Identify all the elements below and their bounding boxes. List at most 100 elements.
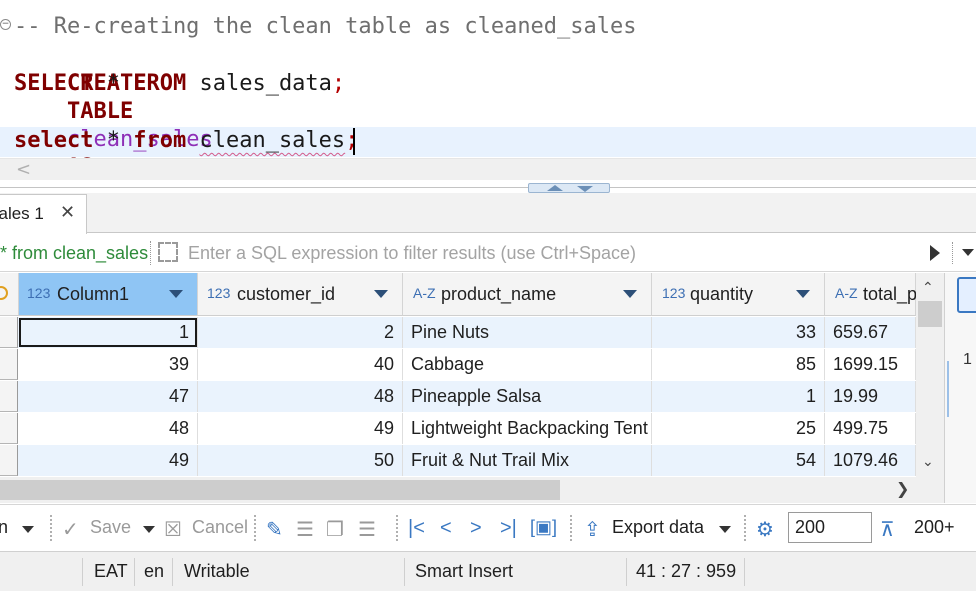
cell-total-price[interactable]: 499.75 bbox=[825, 413, 916, 444]
cell-customer-id[interactable]: 40 bbox=[198, 349, 403, 380]
row-header[interactable] bbox=[0, 445, 18, 476]
table-name: clean_sales bbox=[199, 128, 346, 153]
column-header-customer-id[interactable]: 123 customer_id bbox=[198, 273, 403, 316]
filter-input[interactable]: Enter a SQL expression to filter results… bbox=[188, 243, 636, 264]
last-page-icon[interactable]: >| bbox=[500, 517, 517, 540]
cell-quantity[interactable]: 54 bbox=[652, 445, 825, 476]
cell-column1[interactable]: 48 bbox=[19, 413, 198, 444]
chevron-down-icon[interactable] bbox=[719, 526, 731, 533]
sort-dropdown-icon[interactable] bbox=[796, 290, 810, 298]
column-header-column1[interactable]: 123 Column1 bbox=[19, 273, 198, 316]
cell-quantity[interactable]: 1 bbox=[652, 381, 825, 412]
filter-history-dropdown-icon[interactable] bbox=[962, 249, 974, 256]
cancel-button[interactable]: Cancel bbox=[192, 517, 248, 538]
table-row[interactable]: 47 48 Pineapple Salsa 1 19.99 bbox=[0, 381, 916, 412]
table-name: sales_data bbox=[199, 71, 332, 96]
corner-icon bbox=[0, 286, 8, 300]
column-header-product-name[interactable]: A-Z product_name bbox=[403, 273, 652, 316]
cell-total-price[interactable]: 19.99 bbox=[825, 381, 916, 412]
cell-quantity[interactable]: 33 bbox=[652, 317, 825, 348]
first-page-icon[interactable]: |< bbox=[408, 517, 425, 540]
results-grid[interactable]: 123 Column1 123 customer_id A-Z product_… bbox=[0, 273, 944, 477]
column-name: Column1 bbox=[57, 284, 130, 304]
cell-quantity[interactable]: 85 bbox=[652, 349, 825, 380]
save-icon[interactable]: ✓ bbox=[62, 517, 79, 542]
separator bbox=[744, 515, 746, 541]
cell-column1[interactable]: 1 bbox=[19, 317, 198, 348]
column-header-total-price[interactable]: A-Z total_p bbox=[825, 273, 917, 316]
cell-total-price[interactable]: 1079.46 bbox=[825, 445, 916, 476]
sort-dropdown-icon[interactable] bbox=[169, 290, 183, 298]
row-header[interactable] bbox=[0, 413, 18, 444]
cell-product-name[interactable]: Cabbage bbox=[403, 349, 652, 380]
next-page-icon[interactable]: > bbox=[470, 517, 482, 540]
mode-label[interactable]: n bbox=[0, 517, 8, 538]
cell-total-price[interactable]: 659.67 bbox=[825, 317, 916, 348]
column-header-quantity[interactable]: 123 quantity bbox=[652, 273, 825, 316]
expand-down-icon[interactable] bbox=[577, 186, 593, 192]
sort-dropdown-icon[interactable] bbox=[374, 290, 388, 298]
cancel-icon[interactable]: ☒ bbox=[164, 517, 182, 542]
panel-splitter[interactable] bbox=[0, 183, 976, 193]
cell-product-name[interactable]: Pineapple Salsa bbox=[403, 381, 652, 412]
scroll-up-icon[interactable]: ⌃ bbox=[922, 279, 934, 296]
previous-page-icon[interactable]: < bbox=[440, 517, 452, 540]
row-header-corner[interactable] bbox=[0, 273, 19, 316]
sql-editor[interactable]: − -- Re-creating the clean table as clea… bbox=[0, 0, 976, 183]
cell-product-name[interactable]: Fruit & Nut Trail Mix bbox=[403, 445, 652, 476]
chevron-down-icon[interactable] bbox=[143, 526, 155, 533]
cell-column1[interactable]: 47 bbox=[19, 381, 198, 412]
scroll-right-icon[interactable]: ❯ bbox=[896, 479, 909, 498]
scroll-left-icon[interactable]: < bbox=[16, 159, 31, 181]
editor-horizontal-scrollbar[interactable]: < bbox=[0, 158, 976, 180]
collapse-up-icon[interactable] bbox=[547, 185, 563, 191]
cell-customer-id[interactable]: 50 bbox=[198, 445, 403, 476]
grid-vertical-scrollbar[interactable]: ⌃ ⌄ bbox=[916, 273, 944, 477]
fold-toggle-icon[interactable]: − bbox=[0, 19, 11, 30]
cell-customer-id[interactable]: 48 bbox=[198, 381, 403, 412]
cell-customer-id[interactable]: 2 bbox=[198, 317, 403, 348]
fetch-count-icon[interactable]: ⊼ bbox=[880, 517, 895, 542]
cell-product-name[interactable]: Pine Nuts bbox=[403, 317, 652, 348]
fetch-count-label: 200+ bbox=[914, 517, 955, 537]
filter-expand-icon[interactable] bbox=[158, 242, 178, 262]
gear-icon[interactable]: ⚙ bbox=[756, 517, 774, 542]
filter-bar: * from clean_sales Enter a SQL expressio… bbox=[0, 234, 976, 272]
scroll-down-icon[interactable]: ⌄ bbox=[922, 453, 934, 470]
grid-horizontal-scrollbar[interactable]: ❯ bbox=[0, 477, 944, 503]
table-row[interactable]: 39 40 Cabbage 85 1699.15 bbox=[0, 349, 916, 380]
cell-column1[interactable]: 49 bbox=[19, 445, 198, 476]
cell-column1[interactable]: 39 bbox=[19, 349, 198, 380]
fetch-all-icon[interactable]: [▣] bbox=[530, 517, 557, 538]
chevron-down-icon[interactable] bbox=[22, 526, 34, 533]
table-row[interactable]: 49 50 Fruit & Nut Trail Mix 54 1079.46 bbox=[0, 445, 916, 476]
cell-quantity[interactable]: 25 bbox=[652, 413, 825, 444]
cell-product-name[interactable]: Lightweight Backpacking Tent bbox=[403, 413, 652, 444]
panel-collapse-icon[interactable] bbox=[947, 361, 957, 417]
cell-total-price[interactable]: 1699.15 bbox=[825, 349, 916, 380]
save-button[interactable]: Save bbox=[90, 517, 131, 538]
panel-toggle-icon[interactable] bbox=[957, 277, 976, 313]
row-header[interactable] bbox=[0, 317, 18, 348]
export-data-button[interactable]: Export data bbox=[612, 517, 704, 538]
delete-row-icon[interactable]: ☰ bbox=[358, 517, 376, 542]
apply-filter-icon[interactable] bbox=[930, 245, 940, 261]
row-header[interactable] bbox=[0, 349, 18, 380]
export-icon[interactable]: ⇪ bbox=[584, 517, 601, 542]
table-row[interactable]: 1 2 Pine Nuts 33 659.67 bbox=[0, 317, 916, 348]
row-header[interactable] bbox=[0, 381, 18, 412]
edit-row-icon[interactable]: ✎ bbox=[266, 517, 283, 542]
close-icon[interactable]: ✕ bbox=[60, 202, 75, 223]
tab-results[interactable]: sales 1 ✕ bbox=[0, 194, 87, 234]
cell-customer-id[interactable]: 49 bbox=[198, 413, 403, 444]
scroll-thumb[interactable] bbox=[918, 301, 942, 327]
add-row-icon[interactable]: ☰ bbox=[296, 517, 314, 542]
fetch-size-input[interactable]: 200 bbox=[788, 512, 872, 543]
splitter-handle[interactable] bbox=[528, 183, 610, 193]
copy-row-icon[interactable]: ❐ bbox=[326, 517, 344, 542]
table-row[interactable]: 48 49 Lightweight Backpacking Tent 25 49… bbox=[0, 413, 916, 444]
separator bbox=[396, 515, 398, 541]
scroll-thumb[interactable] bbox=[0, 480, 560, 500]
sort-dropdown-icon[interactable] bbox=[623, 290, 637, 298]
keyword: FROM bbox=[133, 71, 187, 96]
